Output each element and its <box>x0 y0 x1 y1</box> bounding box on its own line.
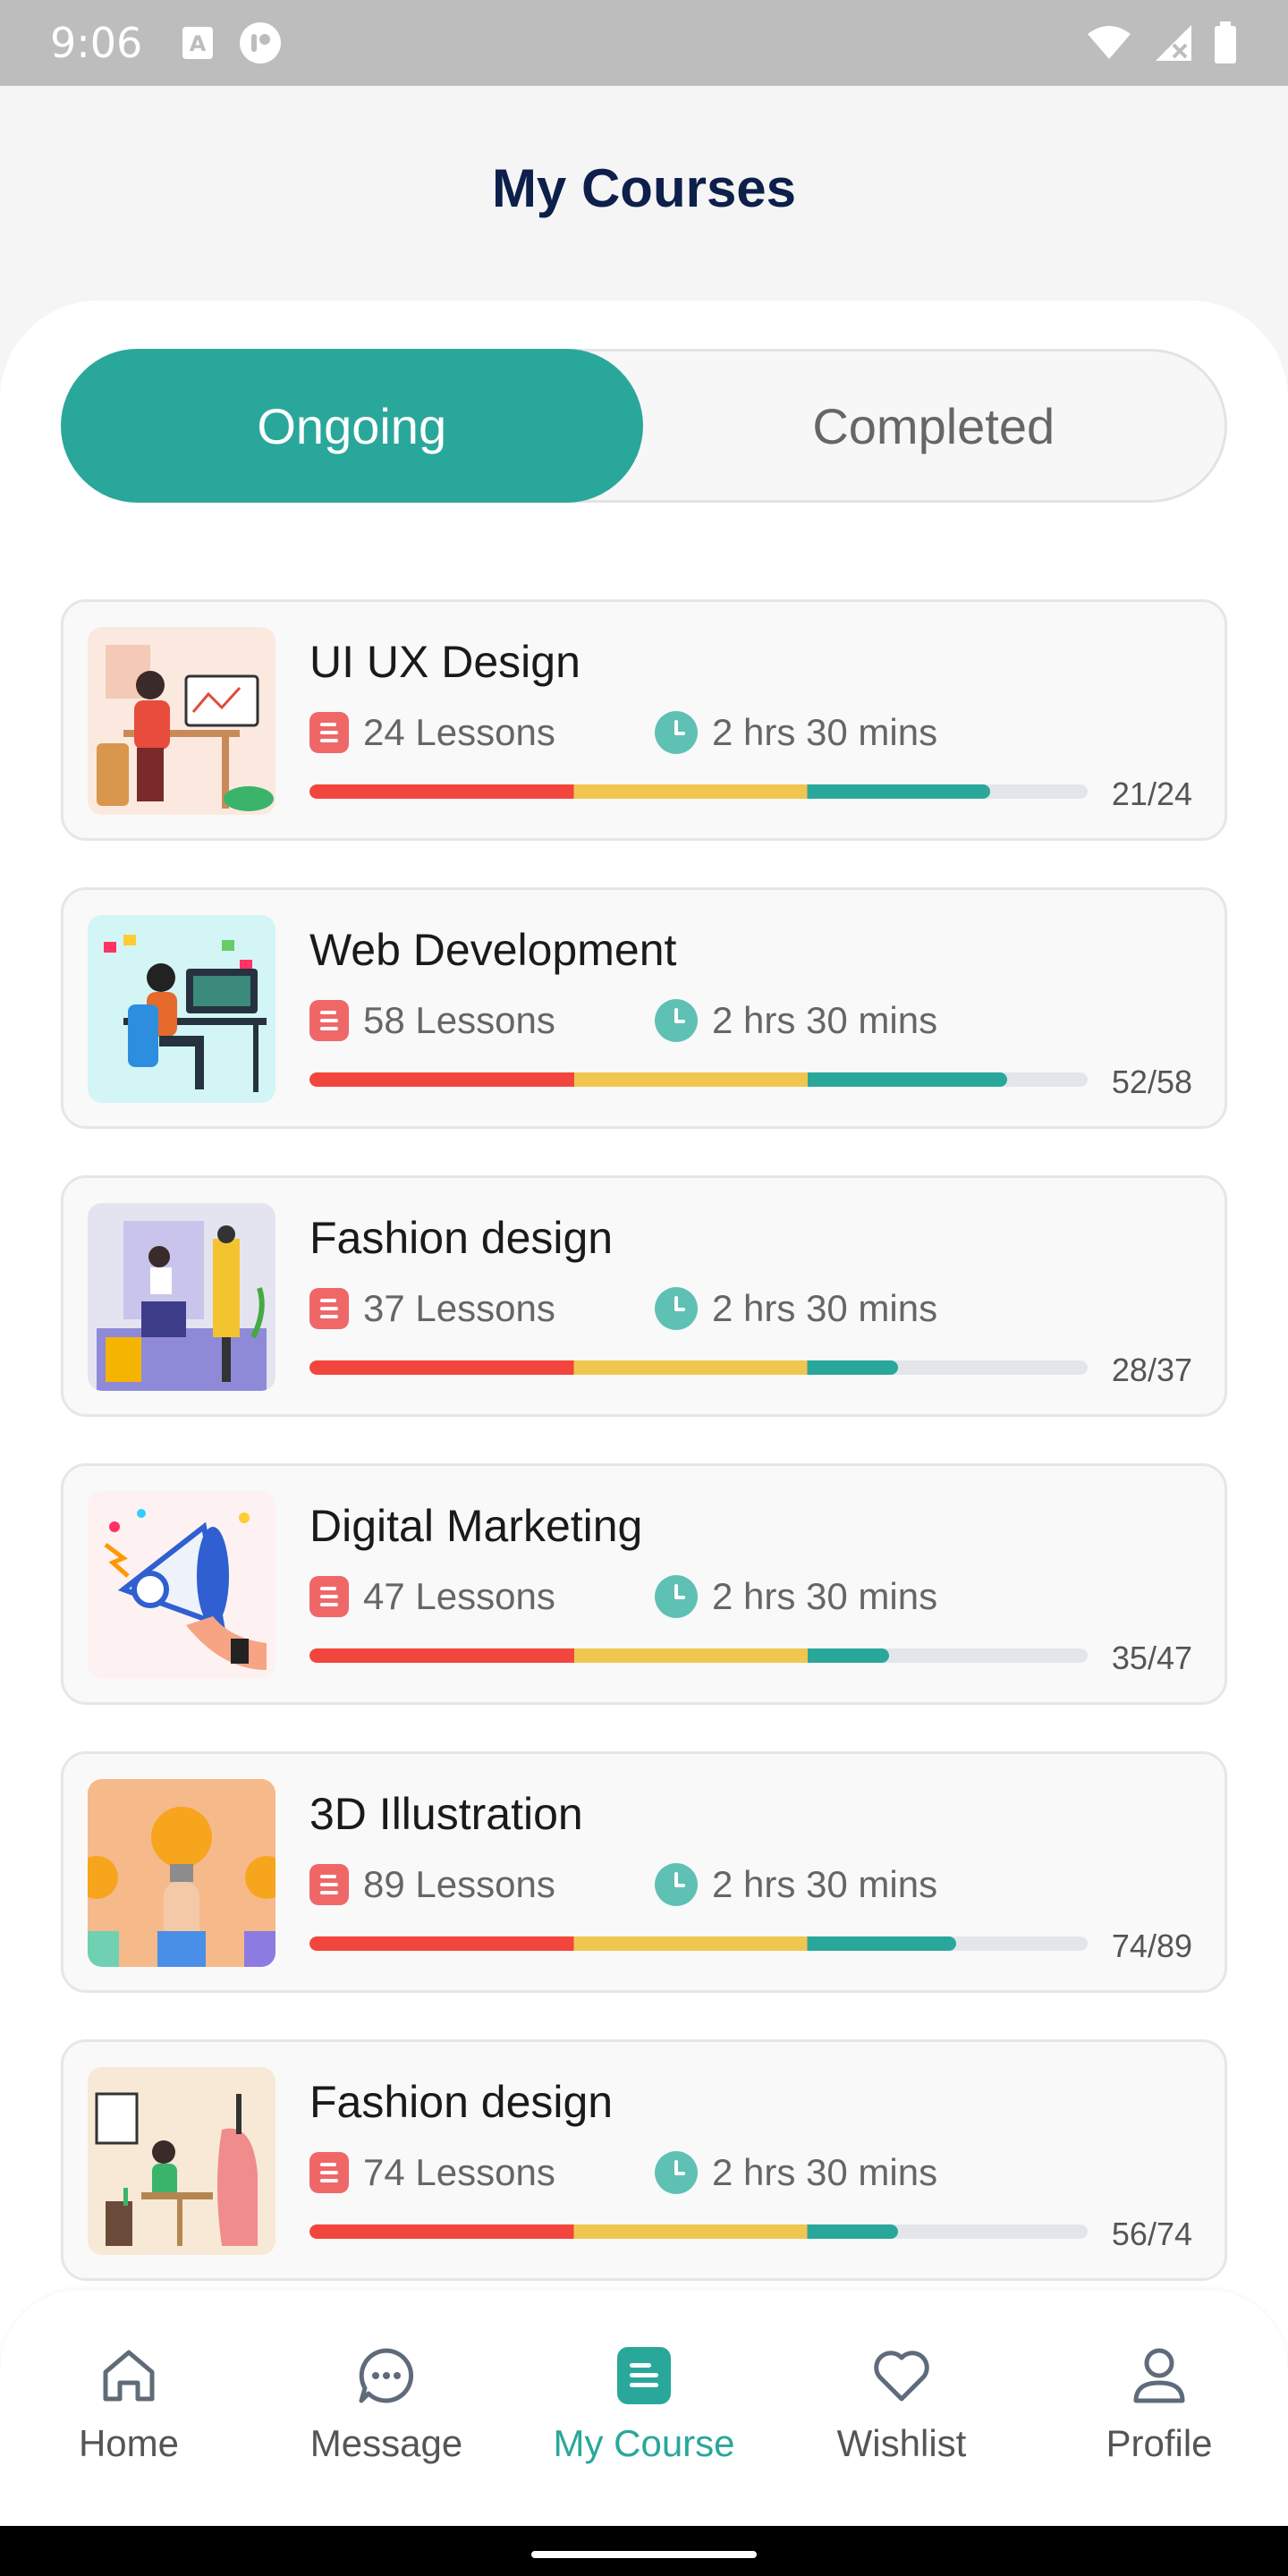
course-duration: 2 hrs 30 mins <box>712 1575 938 1617</box>
lessons-icon <box>309 1288 349 1329</box>
course-duration: 2 hrs 30 mins <box>712 999 938 1041</box>
progress-count: 74/89 <box>1111 1928 1192 1964</box>
progress-fill <box>309 784 991 799</box>
nav-home[interactable]: Home <box>0 2290 258 2526</box>
progress-count: 52/58 <box>1111 1063 1192 1100</box>
course-meta: 37 Lessons 2 hrs 30 mins <box>309 1284 937 1334</box>
progress-bar <box>309 1936 1088 1951</box>
profile-icon <box>1133 2348 1185 2403</box>
course-duration: 2 hrs 30 mins <box>712 1287 938 1329</box>
page-title: My Courses <box>491 158 797 218</box>
course-duration: 2 hrs 30 mins <box>712 2151 938 2193</box>
nav-wishlist[interactable]: Wishlist <box>773 2290 1030 2526</box>
progress-bar <box>309 1360 1088 1375</box>
nav-label: My Course <box>553 2422 735 2464</box>
svg-text:A: A <box>190 31 207 56</box>
clock-icon <box>655 999 698 1042</box>
clock-icon <box>655 2151 698 2194</box>
keyboard-a-icon: A <box>182 27 214 59</box>
course-title: 3D Illustration <box>309 1789 583 1839</box>
nav-message[interactable]: Message <box>258 2290 515 2526</box>
course-duration: 2 hrs 30 mins <box>712 711 938 753</box>
progress-fill <box>309 1936 957 1951</box>
course-card[interactable]: Web Development 58 Lessons 2 hrs 30 mins… <box>61 887 1227 1129</box>
progress-fill <box>309 1648 889 1663</box>
lessons-count: 24 Lessons <box>363 711 555 753</box>
course-card[interactable]: UI UX Design 24 Lessons 2 hrs 30 mins 21… <box>61 599 1227 841</box>
course-status-tabs: Ongoing Completed <box>61 349 1227 503</box>
course-card[interactable]: 3D Illustration 89 Lessons 2 hrs 30 mins… <box>61 1751 1227 1993</box>
progress-count: 21/24 <box>1111 775 1192 812</box>
nav-my-course[interactable]: My Course <box>515 2290 773 2526</box>
bottom-navigation: Home Message My Course Wishlist Profile <box>0 2290 1288 2526</box>
course-card[interactable]: Digital Marketing 47 Lessons 2 hrs 30 mi… <box>61 1463 1227 1705</box>
course-card[interactable]: Fashion design 37 Lessons 2 hrs 30 mins … <box>61 1175 1227 1417</box>
nav-label: Home <box>78 2422 180 2464</box>
clock-icon <box>655 1575 698 1618</box>
clock-icon <box>655 1287 698 1330</box>
course-meta: 24 Lessons 2 hrs 30 mins <box>309 708 937 758</box>
lessons-count: 89 Lessons <box>363 1863 555 1905</box>
progress-count: 35/47 <box>1111 1640 1192 1676</box>
battery-icon <box>1215 21 1236 64</box>
course-thumbnail <box>88 1491 275 1679</box>
tab-ongoing[interactable]: Ongoing <box>61 349 643 503</box>
app-notification-icon <box>240 22 282 64</box>
home-gesture-handle[interactable] <box>531 2551 757 2558</box>
course-title: UI UX Design <box>309 637 580 687</box>
lessons-count: 58 Lessons <box>363 999 555 1041</box>
course-title: Fashion design <box>309 2077 614 2127</box>
course-thumbnail <box>88 627 275 815</box>
progress-bar <box>309 1072 1088 1087</box>
lessons-count: 47 Lessons <box>363 1575 555 1617</box>
message-icon <box>359 2348 414 2403</box>
nav-label: Message <box>309 2422 463 2464</box>
nav-profile[interactable]: Profile <box>1030 2290 1288 2526</box>
course-title: Digital Marketing <box>309 1501 643 1551</box>
progress-bar <box>309 1648 1088 1663</box>
lessons-icon <box>309 712 349 753</box>
wifi-icon <box>1088 26 1131 59</box>
lessons-icon <box>309 1576 349 1617</box>
course-icon <box>617 2347 671 2404</box>
clock-icon <box>655 711 698 754</box>
lessons-icon <box>309 1864 349 1905</box>
status-time: 9:06 <box>50 19 143 67</box>
nav-label: Profile <box>1106 2422 1213 2464</box>
clock-icon <box>655 1863 698 1906</box>
status-bar: 9:06 A <box>0 0 1288 86</box>
course-thumbnail <box>88 915 275 1103</box>
progress-count: 28/37 <box>1111 1352 1192 1388</box>
course-title: Fashion design <box>309 1213 614 1263</box>
progress-fill <box>309 1072 1007 1087</box>
course-card[interactable]: Fashion design 74 Lessons 2 hrs 30 mins … <box>61 2039 1227 2281</box>
course-meta: 89 Lessons 2 hrs 30 mins <box>309 1860 937 1910</box>
lessons-count: 74 Lessons <box>363 2151 555 2193</box>
course-duration: 2 hrs 30 mins <box>712 1863 938 1905</box>
signal-icon <box>1156 25 1191 61</box>
heart-icon <box>874 2351 929 2402</box>
course-title: Web Development <box>309 925 677 975</box>
tab-completed[interactable]: Completed <box>643 352 1225 500</box>
course-thumbnail <box>88 1203 275 1391</box>
lessons-icon <box>309 1000 349 1041</box>
course-meta: 47 Lessons 2 hrs 30 mins <box>309 1572 937 1622</box>
home-icon <box>103 2350 155 2402</box>
lessons-icon <box>309 2152 349 2193</box>
progress-count: 56/74 <box>1111 2216 1192 2252</box>
nav-label: Wishlist <box>836 2422 967 2464</box>
progress-fill <box>309 2224 899 2239</box>
progress-bar <box>309 2224 1088 2239</box>
course-meta: 58 Lessons 2 hrs 30 mins <box>309 996 937 1046</box>
course-thumbnail <box>88 1779 275 1967</box>
lessons-count: 37 Lessons <box>363 1287 555 1329</box>
progress-fill <box>309 1360 899 1375</box>
course-thumbnail <box>88 2067 275 2255</box>
course-meta: 74 Lessons 2 hrs 30 mins <box>309 2148 937 2198</box>
progress-bar <box>309 784 1088 799</box>
